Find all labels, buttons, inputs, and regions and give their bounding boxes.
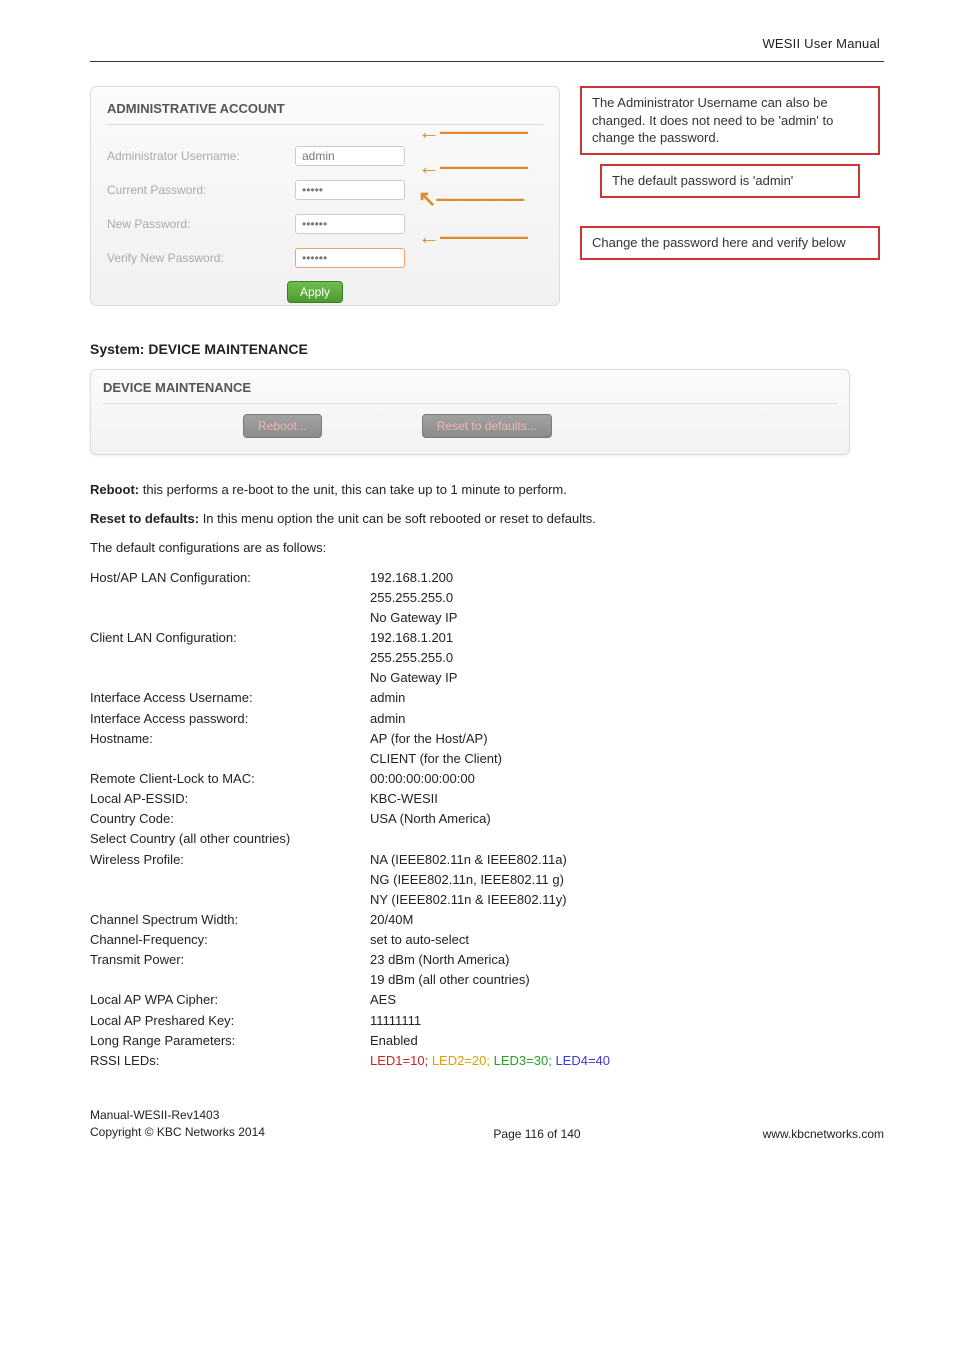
cfg-value: KBC-WESII [370,789,884,809]
reset-desc: In this menu option the unit can be soft… [199,511,596,526]
cfg-value: Enabled [370,1031,884,1051]
cfg-label: Transmit Power: [90,950,370,970]
current-password-input[interactable] [295,180,405,200]
arrow-icon: ←———— [418,121,528,143]
cfg-value: AES [370,990,884,1010]
rssi-led-values: LED1=10; LED2=20; LED3=30; LED4=40 [370,1051,884,1071]
apply-button[interactable]: Apply [287,281,343,303]
cfg-value: set to auto-select [370,930,884,950]
reboot-desc: this performs a re-boot to the unit, thi… [139,482,567,497]
cfg-label: Local AP-ESSID: [90,789,370,809]
cfg-label: Channel Spectrum Width: [90,910,370,930]
cfg-label: Client LAN Configuration: [90,628,370,648]
cfg-label: Local AP WPA Cipher: [90,990,370,1010]
rssi-led3: LED3=30 [494,1053,549,1068]
admin-username-input[interactable] [295,146,405,166]
cfg-value: 192.168.1.201 [370,628,884,648]
cfg-value: admin [370,688,884,708]
defaults-intro: The default configurations are as follow… [90,539,884,558]
footer-copyright: Copyright © KBC Networks 2014 [90,1124,390,1141]
rssi-led2: LED2=20 [432,1053,487,1068]
arrow-icon: ←———— [418,226,528,248]
rssi-led1: LED1=10 [370,1053,425,1068]
cfg-value: admin [370,709,884,729]
cfg-label: Long Range Parameters: [90,1031,370,1051]
cfg-label: Select Country (all other countries) [90,829,370,849]
cfg-value: NA (IEEE802.11n & IEEE802.11a) [370,850,884,870]
reset-defaults-button[interactable]: Reset to defaults... [422,414,552,438]
cfg-value: No Gateway IP [370,608,884,628]
cfg-label: Remote Client-Lock to MAC: [90,769,370,789]
reboot-button[interactable]: Reboot... [243,414,322,438]
cfg-value: NY (IEEE802.11n & IEEE802.11y) [370,890,884,910]
reboot-term: Reboot: [90,482,139,497]
reset-paragraph: Reset to defaults: In this menu option t… [90,510,884,529]
arrow-icon: ↖———— [418,188,524,210]
default-config-list: Host/AP LAN Configuration:192.168.1.200 … [90,568,884,1072]
current-password-label: Current Password: [107,183,287,197]
reset-term: Reset to defaults: [90,511,199,526]
cfg-label: Channel-Frequency: [90,930,370,950]
cfg-value: 192.168.1.200 [370,568,884,588]
new-password-input[interactable] [295,214,405,234]
annotation-default-password: The default password is 'admin' [600,164,860,198]
cfg-value: 11111111 [370,1011,884,1031]
arrow-icon: ←———— [418,156,528,178]
cfg-label: Wireless Profile: [90,850,370,870]
annotation-change-password: Change the password here and verify belo… [580,226,880,260]
cfg-label: Host/AP LAN Configuration: [90,568,370,588]
device-maintenance-heading: System: DEVICE MAINTENANCE [90,341,884,357]
verify-password-input[interactable] [295,248,405,268]
footer-manual-rev: Manual-WESII-Rev1403 [90,1107,390,1124]
admin-username-label: Administrator Username: [107,149,287,163]
cfg-label: Interface Access Username: [90,688,370,708]
verify-password-label: Verify New Password: [107,251,287,265]
new-password-label: New Password: [107,217,287,231]
rssi-led4: LED4=40 [555,1053,610,1068]
cfg-label: Country Code: [90,809,370,829]
cfg-value: 255.255.255.0 [370,588,884,608]
cfg-label: Local AP Preshared Key: [90,1011,370,1031]
device-maintenance-panel: DEVICE MAINTENANCE Reboot... Reset to de… [90,369,850,455]
cfg-label: Hostname: [90,729,370,749]
cfg-value: AP (for the Host/AP) [370,729,884,749]
cfg-value: 00:00:00:00:00:00 [370,769,884,789]
admin-account-figure: ADMINISTRATIVE ACCOUNT Administrator Use… [90,86,884,311]
cfg-value: 20/40M [370,910,884,930]
page-footer: Manual-WESII-Rev1403 Copyright © KBC Net… [90,1107,884,1141]
cfg-value: CLIENT (for the Client) [370,749,884,769]
cfg-value: No Gateway IP [370,668,884,688]
cfg-value: USA (North America) [370,809,884,829]
footer-page-number: Page 116 of 140 [390,1127,684,1141]
cfg-label: RSSI LEDs: [90,1051,370,1071]
annotation-admin-username: The Administrator Username can also be c… [580,86,880,155]
cfg-value: 255.255.255.0 [370,648,884,668]
cfg-value: NG (IEEE802.11n, IEEE802.11 g) [370,870,884,890]
reboot-paragraph: Reboot: this performs a re-boot to the u… [90,481,884,500]
device-maintenance-title: DEVICE MAINTENANCE [103,380,837,404]
cfg-value: 19 dBm (all other countries) [370,970,884,990]
manual-header: WESII User Manual [90,30,884,62]
footer-url: www.kbcnetworks.com [684,1127,884,1141]
cfg-label: Interface Access password: [90,709,370,729]
cfg-value: 23 dBm (North America) [370,950,884,970]
